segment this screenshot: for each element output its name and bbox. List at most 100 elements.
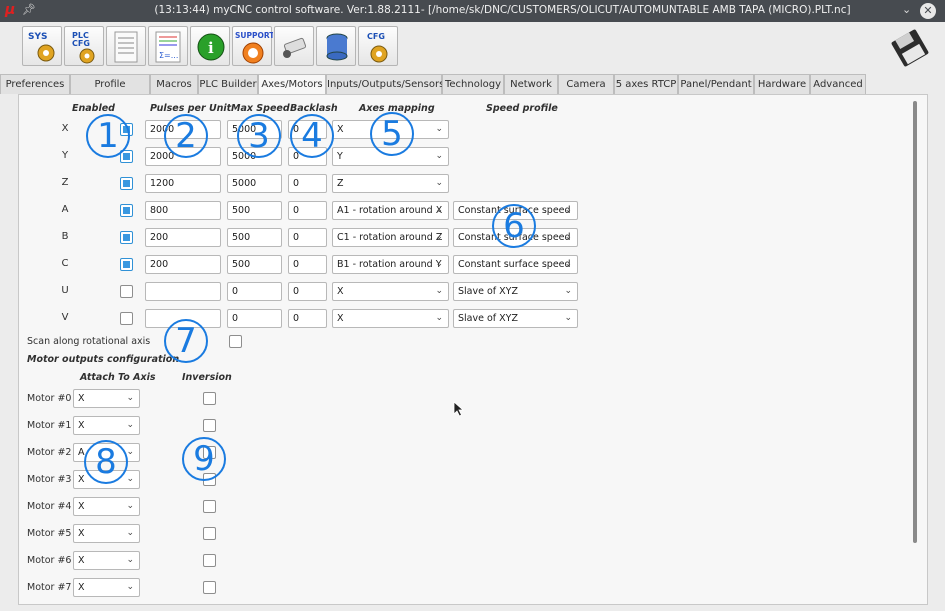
motor-attach-axis-select[interactable]: X ⌄ xyxy=(73,470,140,489)
backlash-field[interactable]: 0 xyxy=(288,174,327,193)
database-icon[interactable] xyxy=(316,26,356,66)
support-icon[interactable]: SUPPORT xyxy=(232,26,273,66)
tab-preferences[interactable]: Preferences xyxy=(0,74,70,94)
axis-enabled-checkbox[interactable] xyxy=(120,258,133,271)
backlash-field[interactable]: 0 xyxy=(288,282,327,301)
pulses-per-unit-field[interactable] xyxy=(145,309,221,328)
motor-attach-axis-select[interactable]: X ⌄ xyxy=(73,497,140,516)
motor-inversion-checkbox[interactable] xyxy=(203,392,216,405)
max-speed-field[interactable]: 500 xyxy=(227,201,282,220)
axis-enabled-checkbox[interactable] xyxy=(120,285,133,298)
backlash-field[interactable]: 0 xyxy=(288,255,327,274)
axis-enabled-checkbox[interactable] xyxy=(120,177,133,190)
motor-attach-axis-select[interactable]: X ⌄ xyxy=(73,524,140,543)
tab-plc-builder[interactable]: PLC Builder xyxy=(198,74,258,94)
pulses-per-unit-field[interactable]: 800 xyxy=(145,201,221,220)
speed-profile-select[interactable]: Slave of XYZ ⌄ xyxy=(453,282,578,301)
axes-mapping-select[interactable]: X ⌄ xyxy=(332,120,449,139)
cfg-icon[interactable]: CFG xyxy=(358,26,398,66)
floppy-save-icon[interactable] xyxy=(888,28,932,68)
info-icon[interactable]: i xyxy=(190,26,230,66)
tab-axes-motors[interactable]: Axes/Motors xyxy=(258,74,326,95)
chevron-down-icon[interactable]: ⌄ xyxy=(902,3,911,16)
header-enabled: Enabled xyxy=(72,103,115,114)
axes-mapping-select[interactable]: B1 - rotation around Y ⌄ xyxy=(332,255,449,274)
axis-enabled-checkbox[interactable] xyxy=(120,312,133,325)
macro-editor-icon[interactable]: Σ=... xyxy=(148,26,188,66)
axes-mapping-select[interactable]: C1 - rotation around Z ⌄ xyxy=(332,228,449,247)
camera-icon[interactable] xyxy=(274,26,314,66)
pulses-per-unit-field[interactable]: 2000 xyxy=(145,120,221,139)
motor-attach-axis-select[interactable]: A ⌄ xyxy=(73,443,140,462)
axes-mapping-select[interactable]: Y ⌄ xyxy=(332,147,449,166)
speed-profile-select[interactable]: Slave of XYZ ⌄ xyxy=(453,309,578,328)
motor-attach-axis-select[interactable]: X ⌄ xyxy=(73,578,140,597)
motor-inversion-checkbox[interactable] xyxy=(203,581,216,594)
close-icon[interactable]: ✕ xyxy=(920,3,936,19)
max-speed-field[interactable]: 5000 xyxy=(227,120,282,139)
tab-camera[interactable]: Camera xyxy=(558,74,614,94)
backlash-field[interactable]: 0 xyxy=(288,201,327,220)
tab-hardware[interactable]: Hardware xyxy=(754,74,810,94)
speed-profile-value: Slave of XYZ xyxy=(458,286,518,297)
speed-profile-select[interactable]: Constant surface speed ⌄ xyxy=(453,201,578,220)
motor-inversion-checkbox[interactable] xyxy=(203,527,216,540)
tab-advanced[interactable]: Advanced xyxy=(810,74,866,94)
speed-profile-value: Slave of XYZ xyxy=(458,313,518,324)
pulses-per-unit-field[interactable]: 200 xyxy=(145,255,221,274)
svg-text:i: i xyxy=(208,39,214,57)
tab-technology[interactable]: Technology xyxy=(442,74,504,94)
pulses-per-unit-field[interactable]: 2000 xyxy=(145,147,221,166)
tab-5-axes-rtcp[interactable]: 5 axes RTCP xyxy=(614,74,678,94)
speed-profile-select[interactable]: Constant surface speed ⌄ xyxy=(453,255,578,274)
plc-config-icon[interactable]: PLC CFG xyxy=(64,26,104,66)
motor-attach-axis-select[interactable]: X ⌄ xyxy=(73,389,140,408)
tab-panel-pendant[interactable]: Panel/Pendant xyxy=(678,74,754,94)
max-speed-field[interactable]: 0 xyxy=(227,309,282,328)
axes-mapping-value: X xyxy=(337,124,344,135)
motor-attach-axis-select[interactable]: X ⌄ xyxy=(73,416,140,435)
backlash-field[interactable]: 0 xyxy=(288,147,327,166)
axes-mapping-select[interactable]: X ⌄ xyxy=(332,309,449,328)
sys-config-icon[interactable]: SYS xyxy=(22,26,62,66)
tab-macros[interactable]: Macros xyxy=(150,74,198,94)
axis-enabled-checkbox[interactable] xyxy=(120,204,133,217)
max-speed-field[interactable]: 5000 xyxy=(227,147,282,166)
backlash-field[interactable]: 0 xyxy=(288,309,327,328)
motor-axis-value: X xyxy=(78,393,85,404)
axis-enabled-checkbox[interactable] xyxy=(120,231,133,244)
axes-mapping-select[interactable]: A1 - rotation around X ⌄ xyxy=(332,201,449,220)
max-speed-field[interactable]: 500 xyxy=(227,255,282,274)
axis-enabled-checkbox[interactable] xyxy=(120,150,133,163)
axis-label: Z xyxy=(61,177,69,188)
max-speed-field[interactable]: 0 xyxy=(227,282,282,301)
pin-icon[interactable]: 📌︎ xyxy=(22,3,36,16)
motor-inversion-checkbox[interactable] xyxy=(203,500,216,513)
axes-mapping-select[interactable]: Z ⌄ xyxy=(332,174,449,193)
axes-mapping-value: C1 - rotation around Z xyxy=(337,232,443,243)
vertical-scrollbar[interactable] xyxy=(913,101,917,543)
motor-outputs-title: Motor outputs configuration xyxy=(27,354,180,365)
tab-inputs-outputs-sensors[interactable]: Inputs/Outputs/Sensors xyxy=(326,74,444,94)
motor-inversion-checkbox[interactable] xyxy=(203,446,216,459)
backlash-field[interactable]: 0 xyxy=(288,120,327,139)
axis-enabled-checkbox[interactable] xyxy=(120,123,133,136)
motor-inversion-checkbox[interactable] xyxy=(203,473,216,486)
chevron-down-icon: ⌄ xyxy=(435,232,443,242)
backlash-field[interactable]: 0 xyxy=(288,228,327,247)
tab-network[interactable]: Network xyxy=(504,74,558,94)
motor-label: Motor #2 xyxy=(27,447,72,458)
pulses-per-unit-field[interactable] xyxy=(145,282,221,301)
document-list-icon[interactable] xyxy=(106,26,146,66)
pulses-per-unit-field[interactable]: 1200 xyxy=(145,174,221,193)
axes-mapping-select[interactable]: X ⌄ xyxy=(332,282,449,301)
tab-profile[interactable]: Profile xyxy=(70,74,150,94)
motor-inversion-checkbox[interactable] xyxy=(203,554,216,567)
max-speed-field[interactable]: 500 xyxy=(227,228,282,247)
scan-rotational-checkbox[interactable] xyxy=(229,335,242,348)
speed-profile-select[interactable]: Constant surface speed ⌄ xyxy=(453,228,578,247)
motor-inversion-checkbox[interactable] xyxy=(203,419,216,432)
motor-attach-axis-select[interactable]: X ⌄ xyxy=(73,551,140,570)
pulses-per-unit-field[interactable]: 200 xyxy=(145,228,221,247)
max-speed-field[interactable]: 5000 xyxy=(227,174,282,193)
